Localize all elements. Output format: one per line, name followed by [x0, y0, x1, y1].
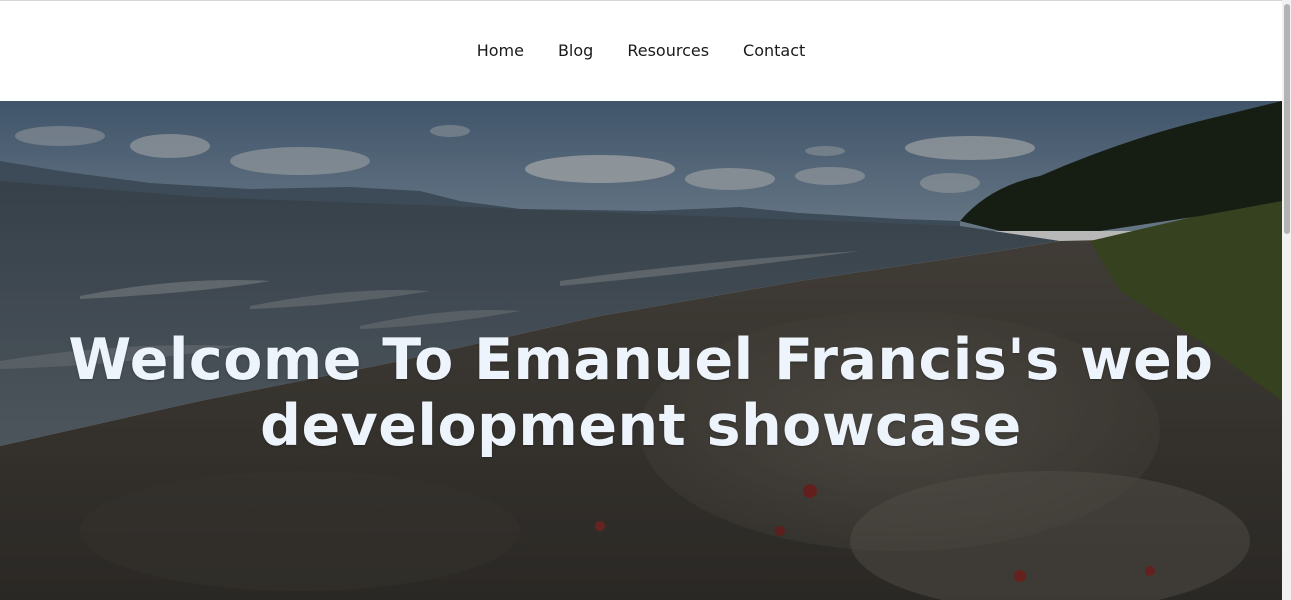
- nav-link-contact[interactable]: Contact: [726, 41, 822, 60]
- nav-item-blog: Blog: [541, 41, 610, 60]
- nav-link-resources[interactable]: Resources: [610, 41, 726, 60]
- nav-item-contact: Contact: [726, 41, 822, 60]
- scrollbar-thumb[interactable]: [1284, 4, 1290, 234]
- hero-title: Welcome To Emanuel Francis's web develop…: [0, 327, 1282, 459]
- hero-title-line-1: Welcome To Emanuel Francis's web: [68, 327, 1214, 393]
- page-scrollbar[interactable]: [1282, 0, 1291, 600]
- nav-item-resources: Resources: [610, 41, 726, 60]
- hero-section: Welcome To Emanuel Francis's web develop…: [0, 101, 1282, 600]
- nav-link-blog[interactable]: Blog: [541, 41, 610, 60]
- navbar: Home Blog Resources Contact: [0, 1, 1282, 101]
- hero-title-line-2: development showcase: [260, 393, 1022, 459]
- nav-list: Home Blog Resources Contact: [460, 41, 823, 60]
- nav-item-home: Home: [460, 41, 541, 60]
- nav-link-home[interactable]: Home: [460, 41, 541, 60]
